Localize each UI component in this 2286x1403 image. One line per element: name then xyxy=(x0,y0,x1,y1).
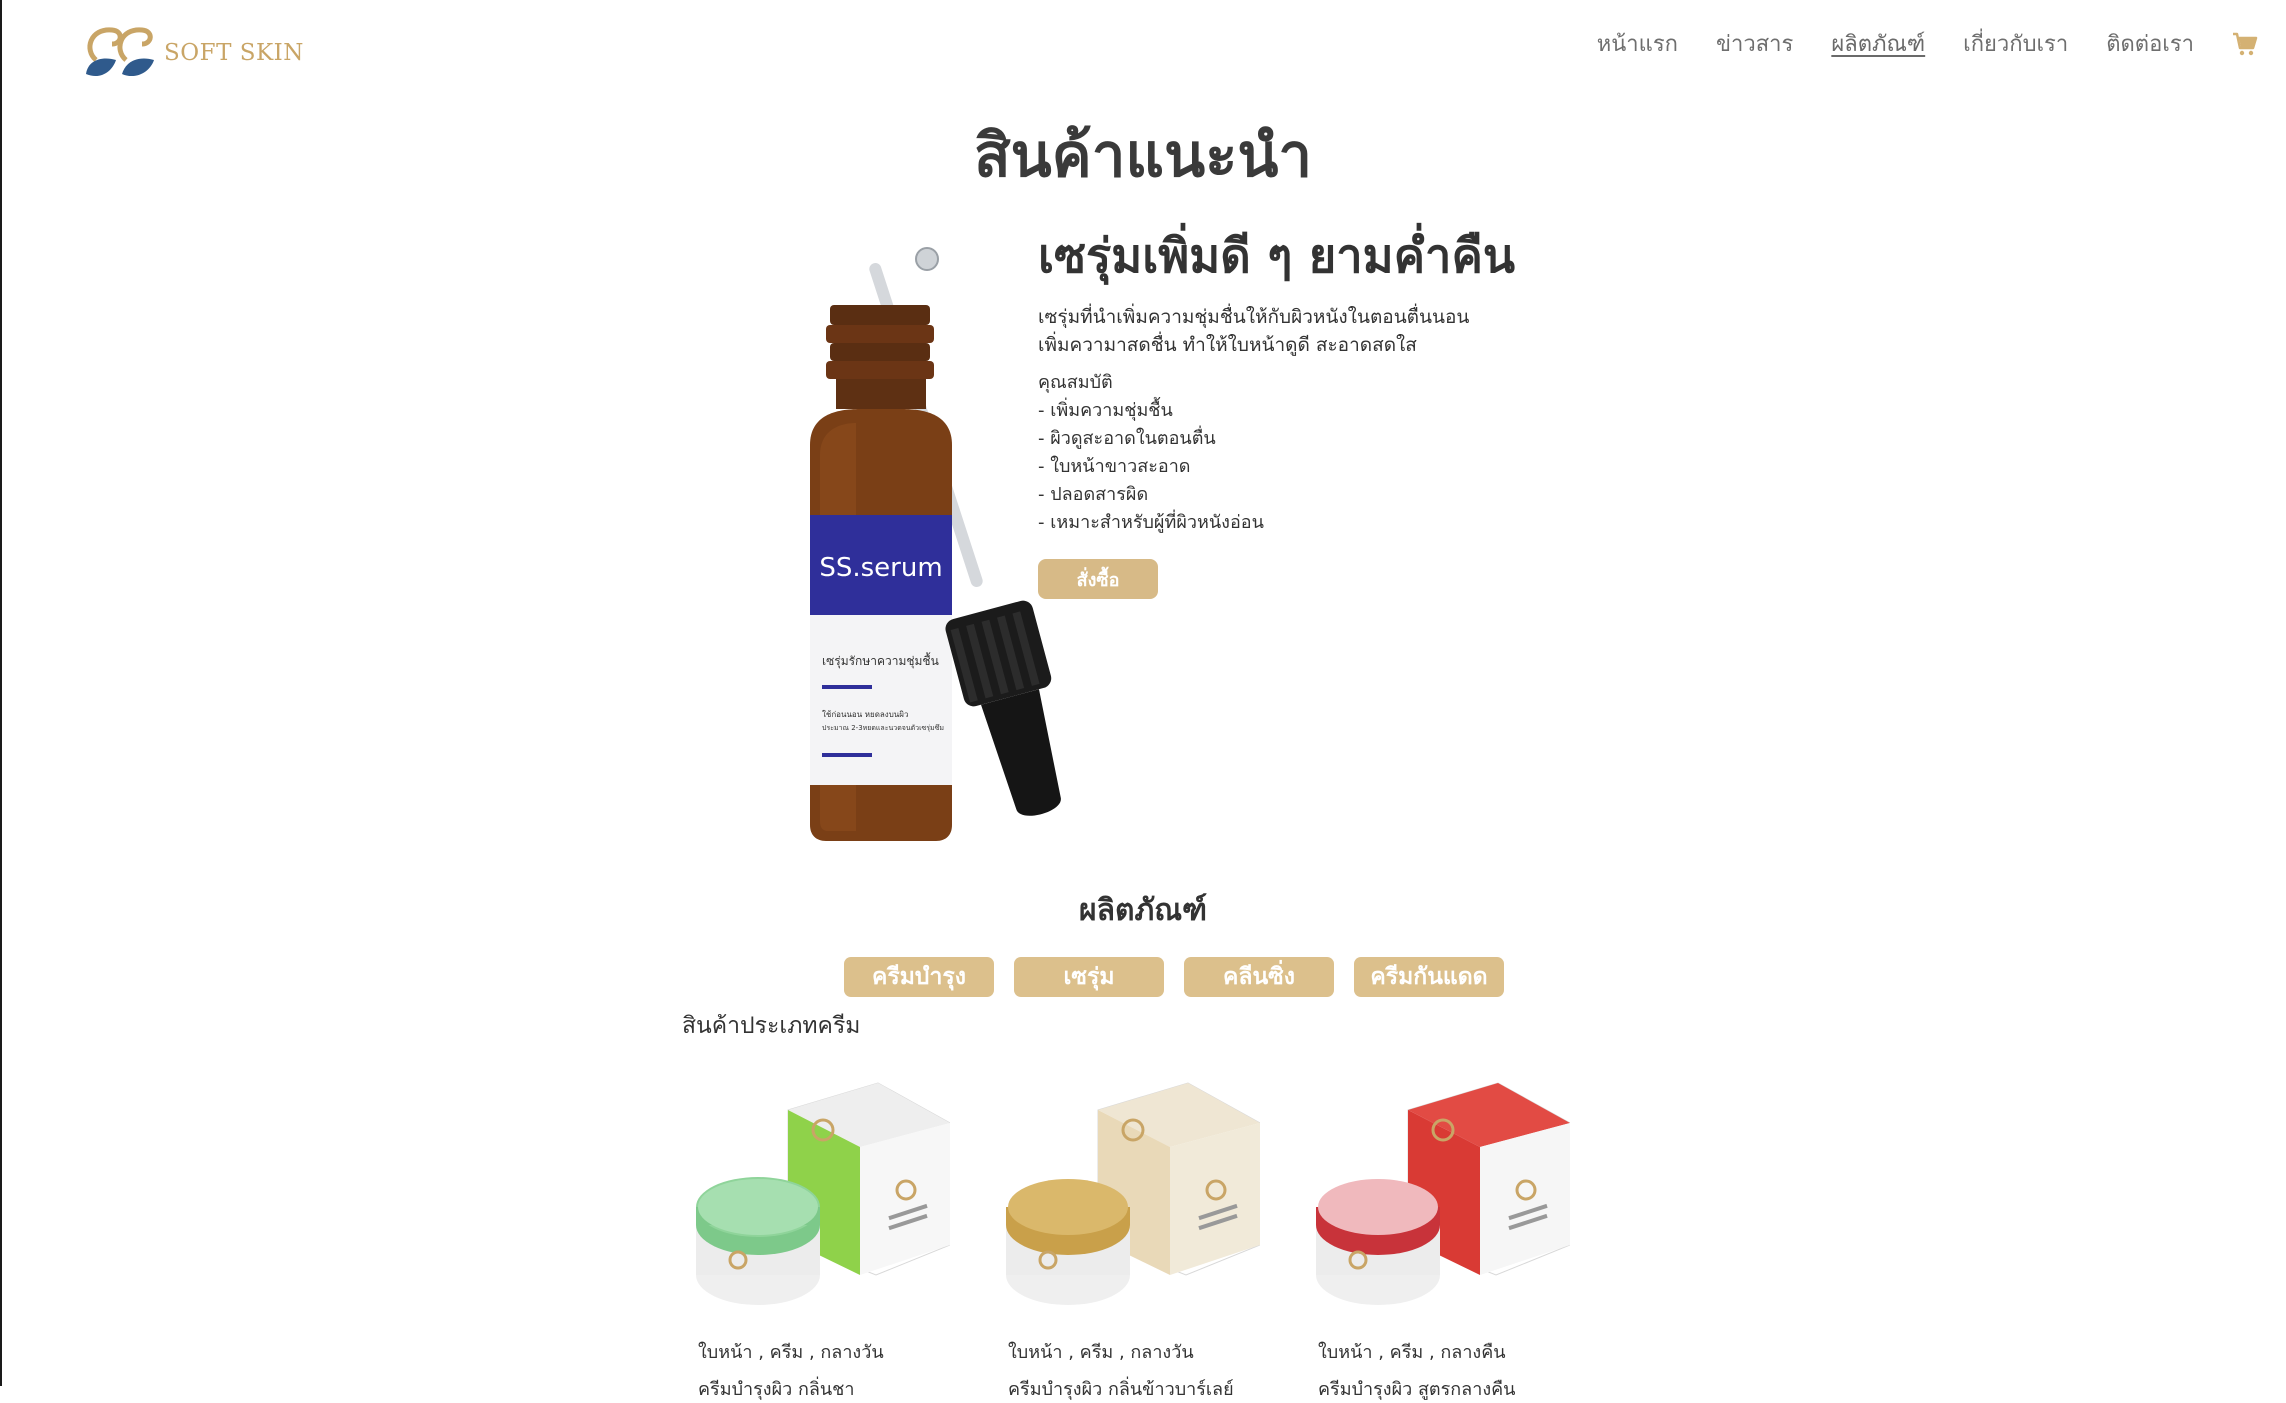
logo-text: SOFT SKIN xyxy=(164,40,304,66)
product-name: ครีมบำรุงผิว กลิ่นชา xyxy=(698,1379,855,1400)
serum-label-line3: ประมาณ 2-3หยดและนวดจนตัวเซรุ่มซึม xyxy=(822,723,944,732)
hero-props-list: - เพิ่มความชุ่มชื้น - ผิวดูสะอาดในตอนตื่… xyxy=(1038,397,1678,537)
nav-about[interactable]: เกี่ยวกับเรา xyxy=(1963,26,2068,61)
product-card[interactable]: ใบหน้า , ครีม , กลางคืน ครีมบำรุงผิว สูต… xyxy=(1308,1075,1570,1403)
main-nav: หน้าแรก ข่าวสาร ผลิตภัณฑ์ เกี่ยวกับเรา ต… xyxy=(1559,26,2258,61)
product-name: ครีมบำรุงผิว กลิ่นข้าวบาร์เลย์ xyxy=(1008,1379,1234,1400)
nav-contact[interactable]: ติดต่อเรา xyxy=(2106,26,2194,61)
product-card[interactable]: ใบหน้า , ครีม , กลางวัน ครีมบำรุงผิว กลิ… xyxy=(998,1075,1260,1403)
product-tags: ใบหน้า , ครีม , กลางวัน xyxy=(698,1342,884,1363)
serum-label-line1: เซรุ่มรักษาความชุ่มชื้น xyxy=(822,652,939,669)
category-heading: สินค้าประเภทครีม xyxy=(682,1013,861,1039)
product-tags: ใบหน้า , ครีม , กลางคืน xyxy=(1318,1342,1506,1363)
serum-label-line2: ใช้ก่อนนอน หยดลงบนผิว xyxy=(822,710,908,719)
products-section-title: ผลิตภัณฑ์ xyxy=(1079,893,1207,928)
category-cleansing-button[interactable]: คลีนซิ่ง xyxy=(1184,957,1334,997)
hero-prop-item: - ปลอดสารผิด xyxy=(1038,484,1149,505)
hero-details: เซรุ่มเพิ่มดี ๆ ยามค่ำคืน เซรุ่มที่นำเพิ… xyxy=(1038,218,1678,599)
hero-desc-line1: เซรุ่มที่นำเพิ่มความชุ่มชื่นให้กับผิวหนั… xyxy=(1038,306,1470,328)
category-sunscreen-button[interactable]: ครีมกันแดด xyxy=(1354,957,1504,997)
product-image-beige-cream xyxy=(1006,1082,1260,1305)
serum-label-brand: SS.serum xyxy=(819,553,942,583)
hero-props-title: คุณสมบัติ xyxy=(1038,372,1113,393)
order-button[interactable]: สั่งซื้อ xyxy=(1038,559,1158,599)
logo-icon xyxy=(86,27,154,77)
brand-logo[interactable]: SOFT SKIN xyxy=(82,20,304,86)
product-name: ครีมบำรุงผิว สูตรกลางคืน xyxy=(1318,1379,1516,1400)
hero-prop-item: - เพิ่มความชุ่มชื้น xyxy=(1038,400,1173,421)
page-title: สินค้าแนะนำ xyxy=(973,121,1313,191)
hero-desc-line2: เพิ่มความาสดชื่น ทำให้ใบหน้าดูดี สะอาดสด… xyxy=(1038,334,1417,356)
nav-home[interactable]: หน้าแรก xyxy=(1597,26,1678,61)
category-serum-button[interactable]: เซรุ่ม xyxy=(1014,957,1164,997)
window-edge xyxy=(0,0,2,1386)
hero-prop-item: - เหมาะสำหรับผู้ที่ผิวหนังอ่อน xyxy=(1038,512,1264,533)
product-image-red-cream xyxy=(1316,1082,1570,1305)
category-cream-button[interactable]: ครีมบำรุง xyxy=(844,957,994,997)
cart-icon[interactable] xyxy=(2232,31,2258,57)
category-tabs: ครีมบำรุง เซรุ่ม คลีนซิ่ง ครีมกันแดด xyxy=(844,957,1524,997)
product-card[interactable]: ใบหน้า , ครีม , กลางวัน ครีมบำรุงผิว กลิ… xyxy=(688,1075,950,1403)
product-image-green-cream xyxy=(696,1082,950,1305)
nav-products[interactable]: ผลิตภัณฑ์ xyxy=(1831,26,1925,61)
hero-prop-item: - ผิวดูสะอาดในตอนตื่น xyxy=(1038,428,1216,449)
nav-news[interactable]: ข่าวสาร xyxy=(1716,26,1793,61)
hero-title: เซรุ่มเพิ่มดี ๆ ยามค่ำคืน xyxy=(1038,229,1516,284)
product-tags: ใบหน้า , ครีม , กลางวัน xyxy=(1008,1342,1194,1363)
hero-prop-item: - ใบหน้าขาวสะอาด xyxy=(1038,456,1191,477)
